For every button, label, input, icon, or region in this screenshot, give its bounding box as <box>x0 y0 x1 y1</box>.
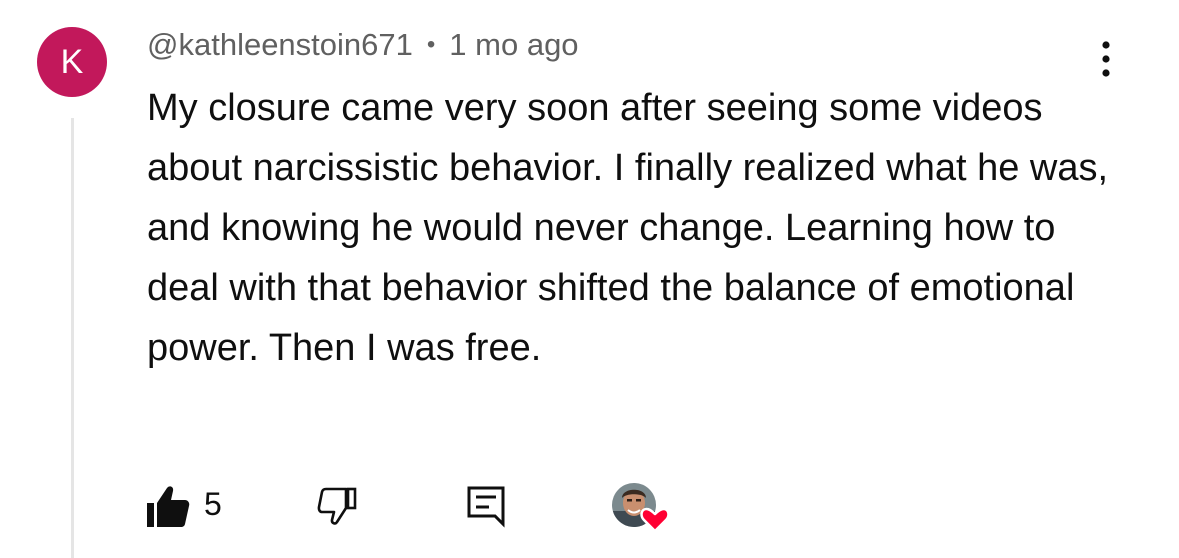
avatar-letter: K <box>60 43 84 81</box>
reply-comment-icon[interactable] <box>465 484 507 528</box>
meta-separator: • <box>426 31 436 58</box>
comment-meta: @kathleenstoin671 • 1 mo ago <box>147 25 579 65</box>
author-handle[interactable]: @kathleenstoin671 <box>147 27 413 62</box>
heart-icon <box>640 507 670 533</box>
avatar[interactable]: K <box>37 27 107 97</box>
more-vert-icon[interactable] <box>1090 38 1122 82</box>
like-count: 5 <box>204 486 222 522</box>
comment-text: My closure came very soon after seeing s… <box>147 87 1109 369</box>
thread-line <box>71 118 74 558</box>
thumbs-up-filled-icon[interactable] <box>146 484 190 528</box>
creator-heart-badge[interactable] <box>610 481 672 533</box>
thumbs-down-icon[interactable] <box>316 486 358 528</box>
comment-timestamp[interactable]: 1 mo ago <box>449 27 578 62</box>
